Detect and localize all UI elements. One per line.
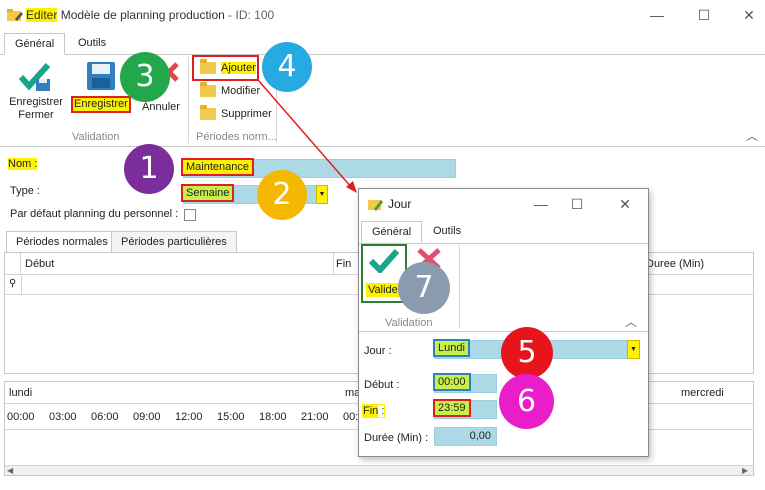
edit-label: Modifier: [221, 85, 261, 97]
col-duree[interactable]: Duree (Min): [646, 258, 704, 270]
add-highlight-box: [192, 55, 259, 81]
nom-label-colon: :: [31, 158, 38, 170]
delete-folder-icon: [200, 105, 216, 120]
dialog-validation-label: Validation: [385, 317, 433, 329]
hour-0: 00:00: [7, 411, 35, 423]
dialog-minimize-button[interactable]: —: [527, 193, 555, 215]
floppy-disk-icon: [87, 62, 115, 90]
tab-outils[interactable]: Outils: [68, 33, 116, 55]
dialog-close-button[interactable]: ✕: [611, 193, 639, 215]
ribbon: Enregistrer Fermer Enregistrer Annuler V…: [0, 55, 765, 147]
window-title-id: - ID: 100: [224, 8, 275, 22]
callout-7: 7: [398, 262, 450, 314]
save-close-label-2: Fermer: [18, 109, 54, 121]
default-planning-label: Par défaut planning du personnel :: [10, 208, 179, 220]
dialog-tab-outils[interactable]: Outils: [433, 225, 461, 237]
col-fin[interactable]: Fin: [336, 258, 351, 270]
edit-folder-icon: [200, 82, 216, 97]
callout-1: 1: [124, 144, 174, 194]
callout-4: 4: [262, 42, 312, 92]
window-title: Editer Modèle de planning production - I…: [26, 8, 274, 22]
dialog-edit-icon: [368, 200, 383, 211]
dialog-title: Jour: [388, 197, 412, 211]
callout-2: 2: [257, 170, 307, 220]
debut-value: 00:00: [433, 373, 471, 391]
save-label: Enregistrer: [71, 96, 131, 113]
day-mercredi[interactable]: mercredi: [681, 387, 724, 399]
callout-6: 6: [499, 374, 554, 429]
filter-icon: ⚲: [9, 278, 17, 289]
close-button[interactable]: ✕: [735, 4, 763, 26]
jour-label: Jour :: [364, 345, 392, 357]
fin-label-colon: :: [378, 405, 385, 417]
hour-5: 15:00: [217, 411, 245, 423]
maximize-button[interactable]: ☐: [690, 4, 718, 26]
duree-value: 0,00: [469, 430, 491, 442]
save-close-label-1: Enregistrer: [9, 96, 63, 108]
tab-periodes-particulieres[interactable]: Périodes particulières: [111, 231, 237, 253]
callout-3: 3: [120, 52, 170, 102]
scroll-left-icon[interactable]: ◀: [7, 466, 13, 475]
title-bar: Editer Modèle de planning production - I…: [0, 0, 765, 30]
periods-group-label: Périodes norm...: [196, 131, 277, 143]
ribbon-collapse-icon[interactable]: ︿: [746, 127, 758, 144]
dialog-tab-general[interactable]: Général: [361, 221, 423, 243]
nom-value: Maintenance: [181, 158, 254, 176]
tab-general[interactable]: Général: [4, 33, 66, 55]
type-label: Type :: [10, 185, 40, 197]
grid-row-indicator-header: [5, 253, 21, 275]
callout-5: 5: [501, 327, 553, 379]
dialog-ribbon-separator: [459, 245, 460, 329]
hour-7: 21:00: [301, 411, 329, 423]
ribbon-tab-row: Général Outils: [0, 33, 765, 55]
duree-label: Durée (Min) :: [364, 432, 429, 444]
window-title-word: Editer: [26, 8, 58, 22]
scroll-right-icon[interactable]: ▶: [742, 466, 748, 475]
validation-group-label: Validation: [72, 131, 120, 143]
grid-col-divider: [333, 253, 334, 275]
debut-label: Début :: [364, 379, 400, 391]
type-value: Semaine: [180, 184, 235, 202]
filter-divider: [21, 275, 22, 295]
type-dropdown-arrow-icon[interactable]: ▼: [316, 185, 328, 204]
cancel-label: Annuler: [142, 101, 180, 113]
default-planning-checkbox[interactable]: [184, 209, 196, 221]
checkmark-icon: [369, 249, 399, 273]
hour-2: 06:00: [91, 411, 119, 423]
tab-periodes-normales[interactable]: Périodes normales: [6, 231, 118, 253]
fin-label: Fin :: [362, 404, 386, 418]
delete-period-button[interactable]: Supprimer: [200, 104, 272, 124]
jour-dropdown-arrow-icon[interactable]: ▼: [627, 340, 640, 359]
fin-value: 23:59: [433, 399, 471, 417]
hour-1: 03:00: [49, 411, 77, 423]
fin-label-text: Fin: [363, 405, 379, 417]
edit-period-button[interactable]: Modifier: [200, 81, 260, 101]
save-close-button[interactable]: Enregistrer Fermer: [6, 59, 66, 121]
dialog-maximize-button[interactable]: ☐: [563, 193, 591, 215]
jour-value: Lundi: [433, 339, 470, 357]
day-lundi[interactable]: lundi: [9, 387, 32, 399]
minimize-button[interactable]: —: [643, 4, 671, 26]
save-close-icon: [18, 62, 51, 91]
nom-label-text: Nom: [8, 158, 32, 170]
nom-label: Nom :: [8, 158, 38, 170]
dialog-ribbon-bottom: [359, 331, 648, 332]
hour-4: 12:00: [175, 411, 203, 423]
edit-folder-icon: [7, 9, 23, 21]
window-title-text: Modèle de planning production: [60, 8, 225, 22]
delete-label: Supprimer: [221, 108, 272, 120]
timeline-scrollbar[interactable]: ◀ ▶: [5, 465, 753, 475]
hour-6: 18:00: [259, 411, 287, 423]
ribbon-separator: [188, 57, 189, 143]
hour-3: 09:00: [133, 411, 161, 423]
col-debut[interactable]: Début: [25, 258, 54, 270]
dialog-collapse-icon[interactable]: ︿: [625, 313, 637, 330]
